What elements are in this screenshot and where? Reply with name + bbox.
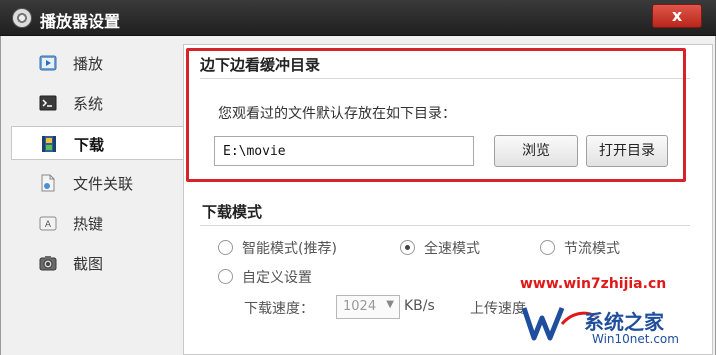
sidebar-item-label: 热键 (73, 215, 104, 233)
key-icon: A (39, 216, 57, 231)
sidebar-item-download[interactable]: 下载 (11, 126, 183, 160)
sidebar-item-label: 截图 (73, 255, 104, 273)
sidebar-item-label: 文件关联 (73, 175, 134, 193)
sidebar-item-file-association[interactable]: 文件关联 (11, 166, 183, 200)
sidebar-item-label: 系统 (73, 95, 104, 113)
file-link-icon (41, 174, 55, 192)
download-speed-select[interactable]: 1024 ▼ (336, 295, 400, 319)
play-icon (39, 55, 57, 71)
divider (200, 78, 690, 79)
sidebar-item-play[interactable]: 播放 (11, 46, 183, 80)
window-title: 播放器设置 (40, 12, 121, 31)
watermark-name: 系统之家 (584, 310, 664, 334)
option-label: 全速模式 (424, 241, 480, 257)
upload-speed-label: 上传速度 (470, 301, 526, 317)
radio-smart-mode[interactable] (218, 240, 233, 255)
close-button[interactable]: x (652, 4, 702, 28)
sidebar-item-system[interactable]: 系统 (11, 86, 183, 120)
sidebar-item-hotkey[interactable]: A 热键 (11, 206, 183, 240)
sidebar-item-label: 播放 (73, 55, 104, 73)
camera-icon (39, 256, 57, 271)
open-directory-button[interactable]: 打开目录 (586, 135, 668, 167)
radio-custom-mode[interactable] (218, 269, 233, 284)
radio-throttle-mode[interactable] (540, 240, 555, 255)
buffer-dir-path-input[interactable] (214, 136, 474, 166)
option-label: 智能模式(推荐) (242, 241, 337, 257)
speed-unit-label: KB/s (404, 298, 435, 314)
terminal-icon (39, 95, 57, 111)
browse-button[interactable]: 浏览 (494, 135, 578, 167)
divider (200, 225, 690, 226)
film-icon (42, 136, 56, 152)
download-mode-title: 下载模式 (202, 203, 263, 221)
download-speed-label: 下载速度： (244, 301, 314, 317)
watermark-url: www.win7zhijia.cn (520, 276, 667, 292)
sidebar-item-label: 下载 (74, 136, 105, 154)
buffer-dir-title: 边下边看缓冲目录 (200, 56, 321, 74)
chevron-down-icon: ▼ (386, 299, 394, 310)
svg-text:A: A (45, 220, 52, 230)
option-label: 节流模式 (564, 241, 620, 257)
sidebar-item-screenshot[interactable]: 截图 (11, 246, 183, 280)
buffer-dir-description: 您观看过的文件默认存放在如下目录： (218, 106, 456, 122)
radio-full-speed-mode[interactable] (400, 240, 415, 255)
option-label: 自定义设置 (242, 270, 312, 286)
watermark-site: Win10net.com (592, 332, 679, 346)
download-speed-value: 1024 (343, 299, 377, 314)
title-bar: 播放器设置 x (0, 0, 716, 36)
film-reel-icon (12, 8, 32, 28)
sidebar: 播放 系统 下载 文件关联 A 热键 截图 (7, 42, 183, 355)
